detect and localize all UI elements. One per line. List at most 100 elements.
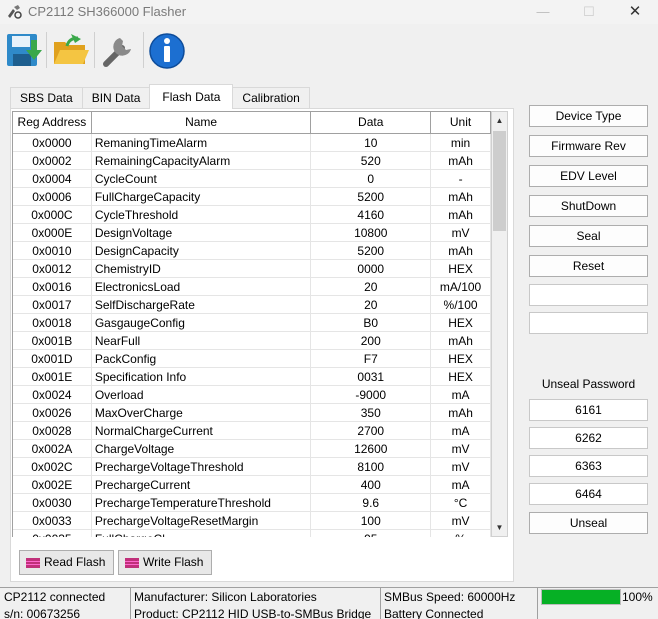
cell-name: PrechargeCurrent	[91, 476, 312, 494]
cell-name: Specification Info	[91, 368, 312, 386]
close-button[interactable]: ✕	[612, 0, 658, 24]
header-name[interactable]: Name	[91, 112, 312, 134]
table-row[interactable]: 0x0028 NormalChargeCurrent 2700 mA	[13, 422, 491, 440]
cell-unit: mAh	[431, 206, 491, 224]
password-field-4[interactable]: 6464	[529, 483, 648, 505]
cell-data[interactable]: B0	[311, 314, 432, 332]
save-icon[interactable]	[4, 30, 44, 70]
table-row[interactable]: 0x001D PackConfig F7 HEX	[13, 350, 491, 368]
unseal-button[interactable]: Unseal	[529, 512, 648, 534]
cell-data[interactable]: 5200	[311, 242, 432, 260]
maximize-button[interactable]: ☐	[566, 0, 612, 24]
cell-data[interactable]: 520	[311, 152, 432, 170]
cell-reg-address: 0x0033	[13, 512, 92, 530]
cell-data[interactable]: 100	[311, 512, 432, 530]
cell-data[interactable]: 350	[311, 404, 432, 422]
edv-level-button[interactable]: EDV Level	[529, 165, 648, 187]
tab-sbs-data[interactable]: SBS Data	[10, 87, 83, 109]
password-field-1[interactable]: 6161	[529, 399, 648, 421]
cell-data[interactable]: 10800	[311, 224, 432, 242]
table-scrollbar[interactable]: ▲ ▼	[491, 111, 508, 537]
read-flash-button[interactable]: Read Flash	[19, 550, 115, 575]
table-row[interactable]: 0x0016 ElectronicsLoad 20 mA/100	[13, 278, 491, 296]
cell-unit: mAh	[431, 404, 491, 422]
scrollbar-thumb[interactable]	[493, 131, 506, 231]
cell-data[interactable]: -9000	[311, 386, 432, 404]
wrench-icon[interactable]	[98, 30, 138, 70]
cell-unit: %	[431, 530, 491, 537]
table-row[interactable]: 0x0018 GasgaugeConfig B0 HEX	[13, 314, 491, 332]
cell-unit: mA	[431, 386, 491, 404]
seal-button[interactable]: Seal	[529, 225, 648, 247]
cell-data[interactable]: 20	[311, 296, 432, 314]
info-icon[interactable]	[147, 30, 187, 70]
table-body: 0x0000 RemaningTimeAlarm 10 min 0x0002 Remain…	[13, 134, 491, 537]
cell-data[interactable]: 0031	[311, 368, 432, 386]
table-row[interactable]: 0x0012 ChemistryID 0000 HEX	[13, 260, 491, 278]
table-row[interactable]: 0x0000 RemaningTimeAlarm 10 min	[13, 134, 491, 152]
flash-data-table[interactable]: Reg Address Name Data Unit 0x0000 Remanin…	[12, 111, 491, 537]
header-unit[interactable]: Unit	[431, 112, 491, 134]
table-row[interactable]: 0x002E PrechargeCurrent 400 mA	[13, 476, 491, 494]
table-row[interactable]: 0x000E DesignVoltage 10800 mV	[13, 224, 491, 242]
table-row[interactable]: 0x0006 FullChargeCapacity 5200 mAh	[13, 188, 491, 206]
tab-flash-data[interactable]: Flash Data	[149, 84, 234, 109]
table-row[interactable]: 0x0026 MaxOverCharge 350 mAh	[13, 404, 491, 422]
cell-data[interactable]: 4160	[311, 206, 432, 224]
cell-name: ChargeVoltage	[91, 440, 312, 458]
cell-data[interactable]: 0	[311, 170, 432, 188]
tab-calibration[interactable]: Calibration	[232, 87, 310, 109]
scroll-up-arrow-icon[interactable]: ▲	[492, 112, 507, 129]
password-field-3[interactable]: 6363	[529, 455, 648, 477]
table-row[interactable]: 0x0033 PrechargeVoltageResetMargin 100 mV	[13, 512, 491, 530]
table-row[interactable]: 0x000C CycleThreshold 4160 mAh	[13, 206, 491, 224]
table-row[interactable]: 0x0010 DesignCapacity 5200 mAh	[13, 242, 491, 260]
tab-bin-data[interactable]: BIN Data	[81, 87, 151, 109]
table-row[interactable]: 0x002C PrechargeVoltageThreshold 8100 mV	[13, 458, 491, 476]
cell-name: ElectronicsLoad	[91, 278, 312, 296]
cell-data[interactable]: 400	[311, 476, 432, 494]
cell-data[interactable]: 0000	[311, 260, 432, 278]
shutdown-button[interactable]: ShutDown	[529, 195, 648, 217]
info-field-1[interactable]	[529, 284, 648, 306]
cell-data[interactable]: 5200	[311, 188, 432, 206]
cell-data[interactable]: 8100	[311, 458, 432, 476]
table-row[interactable]: 0x001B NearFull 200 mAh	[13, 332, 491, 350]
scroll-down-arrow-icon[interactable]: ▼	[492, 519, 507, 536]
table-row[interactable]: 0x0024 Overload -9000 mA	[13, 386, 491, 404]
info-field-2[interactable]	[529, 312, 648, 334]
table-row[interactable]: 0x0030 PrechargeTemperatureThreshold 9.6 °C	[13, 494, 491, 512]
cell-name: PrechargeVoltageThreshold	[91, 458, 312, 476]
cell-reg-address: 0x0012	[13, 260, 92, 278]
table-row[interactable]: 0x0017 SelfDischargeRate 20 %/100	[13, 296, 491, 314]
table-row[interactable]: 0x0002 RemainingCapacityAlarm 520 mAh	[13, 152, 491, 170]
cell-data[interactable]: F7	[311, 350, 432, 368]
cell-data[interactable]: 20	[311, 278, 432, 296]
cell-reg-address: 0x0028	[13, 422, 92, 440]
cell-data[interactable]: 200	[311, 332, 432, 350]
write-flash-button[interactable]: Write Flash	[118, 550, 213, 575]
table-row[interactable]: 0x0035FullChargeCl...95%	[13, 530, 491, 537]
reset-button[interactable]: Reset	[529, 255, 648, 277]
cell-data[interactable]: 10	[311, 134, 432, 152]
header-data[interactable]: Data	[311, 112, 432, 134]
cell-unit: mAh	[431, 242, 491, 260]
firmware-rev-button[interactable]: Firmware Rev	[529, 135, 648, 157]
cell-reg-address: 0x0030	[13, 494, 92, 512]
table-row[interactable]: 0x0004 CycleCount 0-	[13, 170, 491, 188]
cell-data[interactable]: 9.6	[311, 494, 432, 512]
open-folder-icon[interactable]	[51, 30, 91, 70]
smbus-speed: SMBus Speed: 60000Hz	[384, 590, 516, 604]
cell-data[interactable]: 2700	[311, 422, 432, 440]
cell-data[interactable]: 95	[311, 530, 432, 537]
device-type-button[interactable]: Device Type	[529, 105, 648, 127]
minimize-button[interactable]: —	[520, 0, 566, 24]
cell-unit: HEX	[431, 314, 491, 332]
header-reg-address[interactable]: Reg Address	[13, 112, 92, 134]
table-row[interactable]: 0x001E Specification Info 0031 HEX	[13, 368, 491, 386]
cell-data[interactable]: 12600	[311, 440, 432, 458]
table-header: Reg Address Name Data Unit	[13, 112, 491, 134]
table-row[interactable]: 0x002A ChargeVoltage 12600 mV	[13, 440, 491, 458]
password-field-2[interactable]: 6262	[529, 427, 648, 449]
unseal-password-label: Unseal Password	[541, 377, 636, 391]
